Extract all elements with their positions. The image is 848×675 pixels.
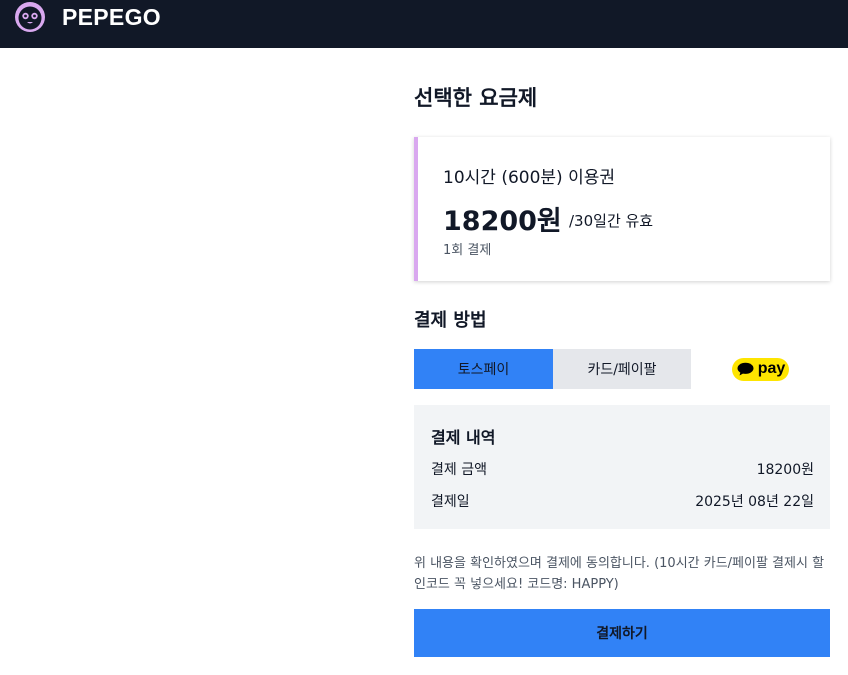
payment-summary: 결제 내역 결제 금액 18200원 결제일 2025년 08년 22일 xyxy=(414,405,830,529)
tab-kakaopay[interactable]: pay xyxy=(691,349,830,389)
kakao-pay-label: pay xyxy=(757,360,786,377)
plan-name: 10시간 (600분) 이용권 xyxy=(443,168,615,188)
amount-value: 18200원 xyxy=(756,462,814,478)
brand-name[interactable]: PEPEGO xyxy=(62,4,161,31)
payment-method-title: 결제 방법 xyxy=(414,310,487,331)
plan-billing-type: 1회 결제 xyxy=(443,243,492,258)
tab-tosspay[interactable]: 토스페이 xyxy=(414,349,553,389)
plan-section-title: 선택한 요금제 xyxy=(414,86,538,110)
agreement-text: 위 내용을 확인하였으며 결제에 동의합니다. (10시간 카드/페이팔 결제시… xyxy=(414,556,825,592)
tab-tosspay-label: 토스페이 xyxy=(457,362,510,378)
speech-bubble-icon xyxy=(737,362,754,376)
tab-card-paypal[interactable]: 카드/페이팔 xyxy=(553,349,691,389)
summary-title: 결제 내역 xyxy=(431,428,496,447)
selected-plan-card: 10시간 (600분) 이용권 18200원 /30일간 유효 1회 결제 xyxy=(414,137,830,281)
kakao-pay-icon: pay xyxy=(732,357,789,381)
amount-label: 결제 금액 xyxy=(431,462,487,478)
tab-card-paypal-label: 카드/페이팔 xyxy=(587,362,657,378)
payment-date-label: 결제일 xyxy=(431,494,470,510)
payment-date-value: 2025년 08년 22일 xyxy=(695,494,814,510)
plan-validity: /30일간 유효 xyxy=(569,212,654,230)
top-navbar: PEPEGO xyxy=(0,0,848,48)
pay-button[interactable]: 결제하기 xyxy=(414,609,830,657)
mascot-face-icon[interactable] xyxy=(14,1,46,33)
plan-price: 18200원 xyxy=(443,206,562,237)
